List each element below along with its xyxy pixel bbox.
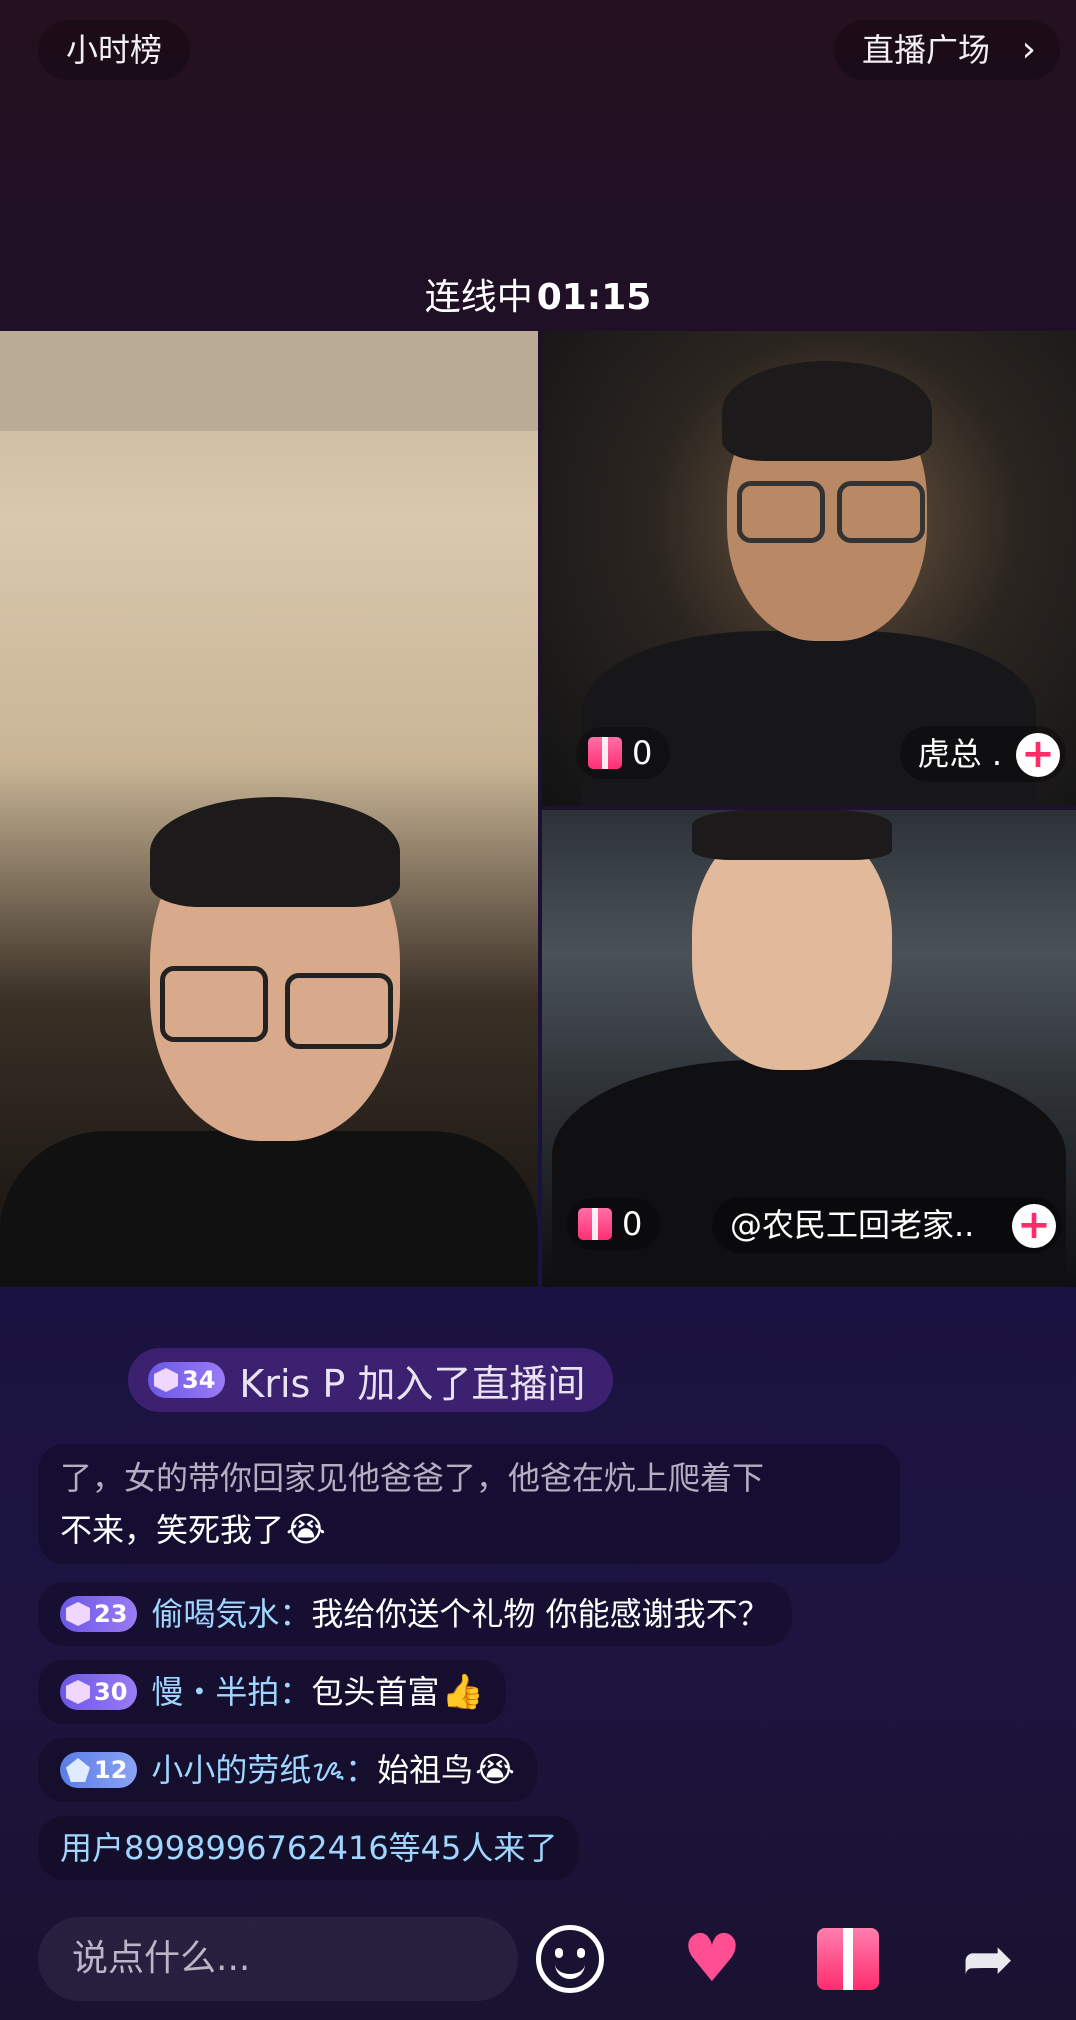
glasses-icon <box>160 966 268 1042</box>
chevron-right-icon: › <box>1021 29 1036 70</box>
streamer-hair <box>150 797 400 907</box>
chat-username[interactable]: 偷喝気水： <box>151 1588 311 1640</box>
gem-icon <box>66 1602 90 1626</box>
live-plaza-button[interactable]: 直播广场 › <box>833 20 1060 80</box>
guest2-name-badge[interactable]: @农民工回老家.. + <box>712 1197 1062 1253</box>
follow-plus-icon[interactable]: + <box>1016 733 1060 777</box>
chat-message[interactable]: 12 小小的劳纸ᝰ： 始祖鸟 😭 <box>38 1738 537 1802</box>
crying-laughing-emoji: 😭 <box>475 1750 515 1790</box>
chat-message-text: 始祖鸟 <box>377 1751 474 1789</box>
level-value: 12 <box>94 1756 128 1784</box>
guest1-name: 虎总 . <box>917 735 1002 773</box>
gift-icon <box>817 1928 879 1990</box>
level-value: 34 <box>182 1366 216 1394</box>
gem-icon <box>66 1680 90 1704</box>
chat-message-text: 不来，笑死我了 <box>60 1511 285 1549</box>
diamond-icon <box>66 1758 90 1782</box>
like-button[interactable]: ♥ <box>668 1915 756 2003</box>
gift-icon <box>588 737 622 769</box>
join-text: Kris P 加入了直播间 <box>239 1361 586 1406</box>
bottom-bar: 说点什么... ♥ ➦ <box>0 1915 1076 2005</box>
guest-stream-video-1[interactable]: 0 虎总 . + <box>542 331 1076 806</box>
link-timer: 01:15 <box>536 277 652 318</box>
thumbs-up-emoji: 👍 <box>441 1672 484 1712</box>
guest1-name-badge[interactable]: 虎总 . + <box>899 726 1066 782</box>
guest2-name: @农民工回老家.. <box>730 1206 975 1244</box>
main-stream-video[interactable]: 12 <box>0 331 538 1287</box>
crying-laughing-emoji: 😭 <box>286 1510 326 1550</box>
chat-username[interactable]: 小小的劳纸ᝰ： <box>151 1744 377 1796</box>
heart-icon: ♥ <box>682 1920 742 1997</box>
level-badge: 23 <box>60 1596 138 1632</box>
top-bar: 小时榜 直播广场 › <box>0 0 1076 100</box>
guest1-hair <box>722 361 932 461</box>
guest-stream-video-2[interactable]: 0 @农民工回老家.. + <box>542 810 1076 1287</box>
chat-username[interactable]: 慢・半拍： <box>151 1666 311 1718</box>
guest2-gift-value: 0 <box>622 1205 643 1243</box>
guest1-gift-value: 0 <box>632 734 653 772</box>
level-badge: 30 <box>60 1674 138 1710</box>
visitor-notice-text: 用户8998996762416等45人来了 <box>60 1829 558 1867</box>
link-status: 连线中 01:15 <box>0 272 1076 324</box>
share-button[interactable]: ➦ <box>944 1915 1032 2003</box>
visitor-notice: 用户8998996762416等45人来了 <box>38 1816 580 1880</box>
chat-message-text: 包头首富 <box>311 1673 440 1711</box>
gem-icon <box>154 1368 178 1392</box>
comment-input[interactable]: 说点什么... <box>38 1917 518 2001</box>
guest2-gift-count[interactable]: 0 <box>566 1198 661 1250</box>
glasses-icon <box>285 973 393 1049</box>
chat-message[interactable]: 30 慢・半拍： 包头首富 👍 <box>38 1660 506 1724</box>
gift-icon <box>578 1208 612 1240</box>
streamer-body <box>0 1131 538 1287</box>
glasses-icon <box>837 481 925 543</box>
chat-message[interactable]: 23 偷喝気水： 我给你送个礼物 你能感谢我不？ <box>38 1582 792 1646</box>
gift-button[interactable] <box>804 1915 892 2003</box>
glasses-icon <box>737 481 825 543</box>
level-value: 30 <box>94 1678 128 1706</box>
level-badge: 34 <box>148 1362 226 1398</box>
smiley-icon <box>536 1925 604 1993</box>
hour-rank-button[interactable]: 小时榜 <box>38 20 191 80</box>
follow-plus-icon[interactable]: + <box>1012 1204 1056 1248</box>
level-value: 23 <box>94 1600 128 1628</box>
level-badge: 12 <box>60 1752 138 1788</box>
share-arrow-icon: ➦ <box>962 1922 1014 1995</box>
join-notification: 34 Kris P 加入了直播间 <box>128 1348 614 1412</box>
guest1-gift-count[interactable]: 0 <box>576 727 671 779</box>
chat-message-text: 我给你送个礼物 你能感谢我不？ <box>311 1595 770 1633</box>
chat-message[interactable]: 了，女的带你回家见他爸爸了，他爸在炕上爬着下 不来，笑死我了😭 <box>38 1444 900 1564</box>
emoji-button[interactable] <box>526 1915 614 2003</box>
guest2-hair <box>692 810 892 860</box>
chat-message-text: 了，女的带你回家见他爸爸了，他爸在炕上爬着下 <box>60 1459 765 1497</box>
ceiling <box>0 331 538 431</box>
link-status-label: 连线中 <box>424 277 533 318</box>
live-plaza-label: 直播广场 <box>861 31 990 69</box>
